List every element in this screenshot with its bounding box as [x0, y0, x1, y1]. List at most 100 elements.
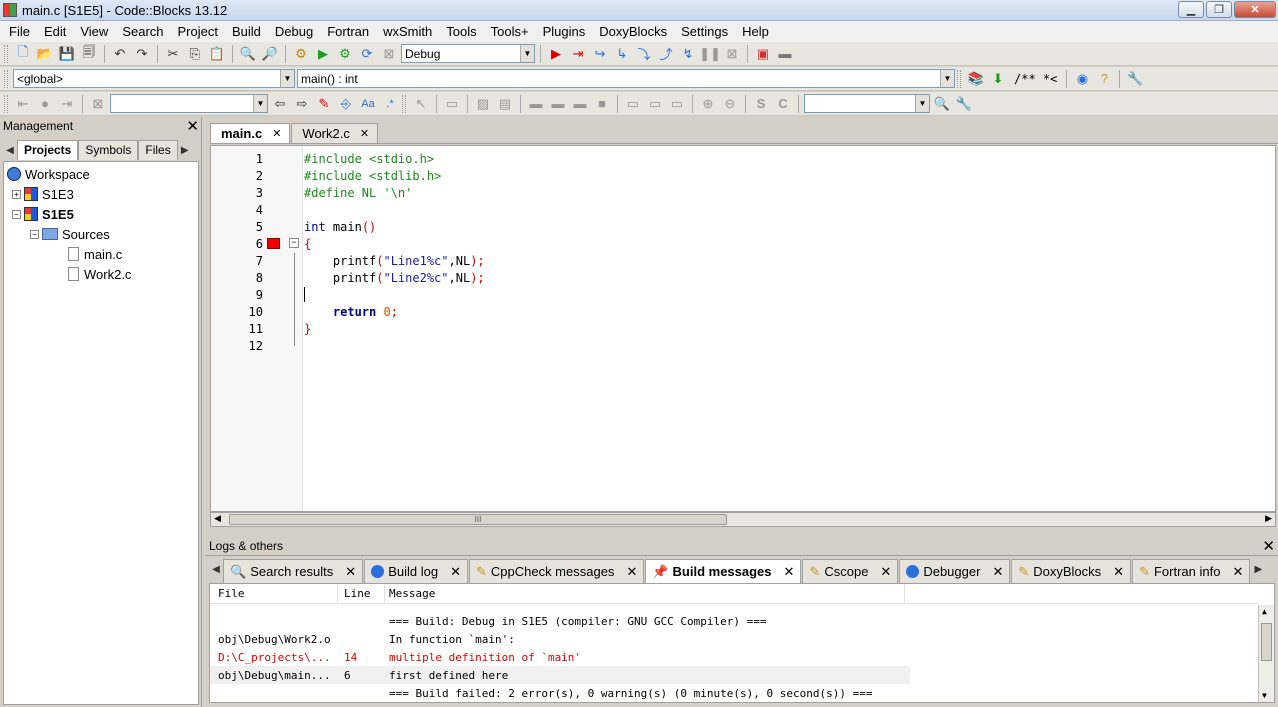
- code-editor[interactable]: 1 #include <stdio.h> 2 #include <stdlib.…: [210, 145, 1276, 512]
- form-left-icon[interactable]: ▭: [623, 94, 643, 114]
- tab-work2-c[interactable]: Work2.c ✕: [291, 123, 379, 143]
- doxy-run-chm-icon[interactable]: ?: [1094, 69, 1114, 89]
- menu-search[interactable]: Search: [115, 24, 170, 39]
- tab-build-messages[interactable]: 📌 Build messages ✕: [645, 559, 802, 583]
- copy-icon[interactable]: ⎘: [185, 44, 205, 64]
- menu-wxsmith[interactable]: wxSmith: [376, 24, 439, 39]
- jump-forward-icon[interactable]: ⇥: [57, 94, 77, 114]
- menu-settings[interactable]: Settings: [674, 24, 735, 39]
- menu-doxyblocks[interactable]: DoxyBlocks: [592, 24, 674, 39]
- debug-start-icon[interactable]: ▶: [546, 44, 566, 64]
- scroll-thumb[interactable]: [1261, 623, 1272, 661]
- menu-view[interactable]: View: [73, 24, 115, 39]
- tab-search-results[interactable]: 🔍 Search results ✕: [223, 559, 364, 583]
- toolbar-grip[interactable]: [4, 69, 8, 88]
- build-target-select[interactable]: Debug ▼: [401, 44, 535, 63]
- tree-project-s1e5[interactable]: − S1E5: [12, 205, 74, 223]
- cut-icon[interactable]: ✂: [163, 44, 183, 64]
- function-select[interactable]: main() : int ▼: [297, 69, 955, 88]
- stop-debug-icon[interactable]: ⊠: [722, 44, 742, 64]
- jump-back-icon[interactable]: ⇤: [13, 94, 33, 114]
- column-message[interactable]: Message: [385, 583, 905, 604]
- close-icon[interactable]: ✕: [186, 117, 199, 135]
- scroll-thumb[interactable]: III: [229, 514, 727, 525]
- tab-files[interactable]: Files: [138, 140, 178, 160]
- tab-main-c[interactable]: main.c ✕: [210, 123, 291, 143]
- column-line[interactable]: Line: [338, 583, 385, 604]
- chevron-left-icon[interactable]: ◀: [209, 559, 223, 579]
- search-input[interactable]: ▼: [110, 94, 268, 113]
- next-instruction-icon[interactable]: ↳: [612, 44, 632, 64]
- zoom-in-icon[interactable]: ⊕: [698, 94, 718, 114]
- doxy-extract-icon[interactable]: ⬇: [988, 69, 1008, 89]
- tree-project-s1e3[interactable]: + S1E3: [12, 185, 74, 203]
- abort-icon[interactable]: ⊠: [379, 44, 399, 64]
- toolbar-grip[interactable]: [4, 94, 8, 113]
- editor-horizontal-scrollbar[interactable]: ◀ III ▶: [210, 512, 1276, 527]
- form-image-icon[interactable]: ▨: [473, 94, 493, 114]
- replace-icon[interactable]: 🔎: [260, 44, 280, 64]
- search-icon[interactable]: 🔍: [932, 94, 952, 114]
- chevron-left-icon[interactable]: ◀: [3, 140, 17, 160]
- redo-icon[interactable]: ↷: [132, 44, 152, 64]
- pointer-icon[interactable]: ↖: [411, 94, 431, 114]
- build-and-run-icon[interactable]: ⚙: [335, 44, 355, 64]
- table-row[interactable]: === Build: Debug in S1E5 (compiler: GNU …: [210, 612, 910, 630]
- close-icon[interactable]: ✕: [784, 564, 795, 580]
- tree-file-work2[interactable]: Work2.c: [68, 265, 131, 283]
- close-window-button[interactable]: ✕: [1234, 1, 1276, 18]
- symbol-c-icon[interactable]: C: [773, 94, 793, 114]
- symbol-s-icon[interactable]: S: [751, 94, 771, 114]
- tree-file-main[interactable]: main.c: [68, 245, 122, 263]
- collapse-icon[interactable]: −: [12, 209, 21, 219]
- tab-build-log[interactable]: Build log ✕: [364, 559, 468, 583]
- clear-search-icon[interactable]: ⊠: [88, 94, 108, 114]
- new-file-icon[interactable]: 🗋: [13, 44, 33, 64]
- form-right-icon[interactable]: ▭: [667, 94, 687, 114]
- scroll-right-icon[interactable]: ▶: [1265, 513, 1272, 524]
- close-icon[interactable]: ✕: [450, 564, 461, 580]
- jump-bookmark-icon[interactable]: ●: [35, 94, 55, 114]
- tab-cscope[interactable]: ✎ Cscope ✕: [802, 559, 899, 583]
- highlight-icon[interactable]: ✎: [314, 94, 334, 114]
- step-out-icon[interactable]: ⤴: [656, 44, 676, 64]
- column-file[interactable]: File: [210, 583, 338, 604]
- run-to-cursor-icon[interactable]: ⇥: [568, 44, 588, 64]
- debug-info-icon[interactable]: ▬: [775, 44, 795, 64]
- form-bottom-icon[interactable]: ▬: [570, 94, 590, 114]
- scope-select[interactable]: <global> ▼: [13, 69, 295, 88]
- fold-collapse-icon[interactable]: −: [289, 238, 299, 248]
- find-icon[interactable]: 🔍: [238, 44, 258, 64]
- settings-wrench-icon[interactable]: 🔧: [954, 94, 974, 114]
- doxy-config-icon[interactable]: 🔧: [1125, 69, 1145, 89]
- zoom-out-icon[interactable]: ⊖: [720, 94, 740, 114]
- minimize-button[interactable]: ▁: [1178, 1, 1204, 18]
- find-next-icon[interactable]: ⇨: [292, 94, 312, 114]
- menu-project[interactable]: Project: [171, 24, 225, 39]
- tree-workspace[interactable]: Workspace: [7, 165, 90, 183]
- scroll-left-icon[interactable]: ◀: [214, 513, 221, 524]
- scroll-down-icon[interactable]: ▼: [1262, 691, 1267, 700]
- form-rect-icon[interactable]: ▭: [442, 94, 462, 114]
- form-fill-icon[interactable]: ■: [592, 94, 612, 114]
- run-icon[interactable]: ▶: [313, 44, 333, 64]
- paste-icon[interactable]: 📋: [207, 44, 227, 64]
- menu-edit[interactable]: Edit: [37, 24, 73, 39]
- pause-icon[interactable]: ❚❚: [699, 44, 721, 64]
- step-instruction-icon[interactable]: ↯: [678, 44, 698, 64]
- close-icon[interactable]: ✕: [345, 564, 356, 580]
- form-mid-icon[interactable]: ▬: [548, 94, 568, 114]
- form-center-icon[interactable]: ▭: [645, 94, 665, 114]
- restore-button[interactable]: ❐: [1206, 1, 1232, 18]
- toolbar-grip[interactable]: [402, 94, 406, 113]
- tree-folder-sources[interactable]: − Sources: [30, 225, 110, 243]
- close-icon[interactable]: ✕: [1262, 538, 1275, 555]
- breakpoint-marker-icon[interactable]: [267, 238, 280, 249]
- save-icon[interactable]: 💾: [57, 44, 77, 64]
- menu-debug[interactable]: Debug: [268, 24, 320, 39]
- table-row[interactable]: obj\Debug\main... 6 first defined here: [210, 666, 910, 684]
- collapse-icon[interactable]: −: [30, 229, 39, 239]
- table-row-error[interactable]: D:\C_projects\... 14 multiple definition…: [210, 648, 910, 666]
- menu-file[interactable]: File: [2, 24, 37, 39]
- select-found-icon[interactable]: ⎆: [336, 94, 356, 114]
